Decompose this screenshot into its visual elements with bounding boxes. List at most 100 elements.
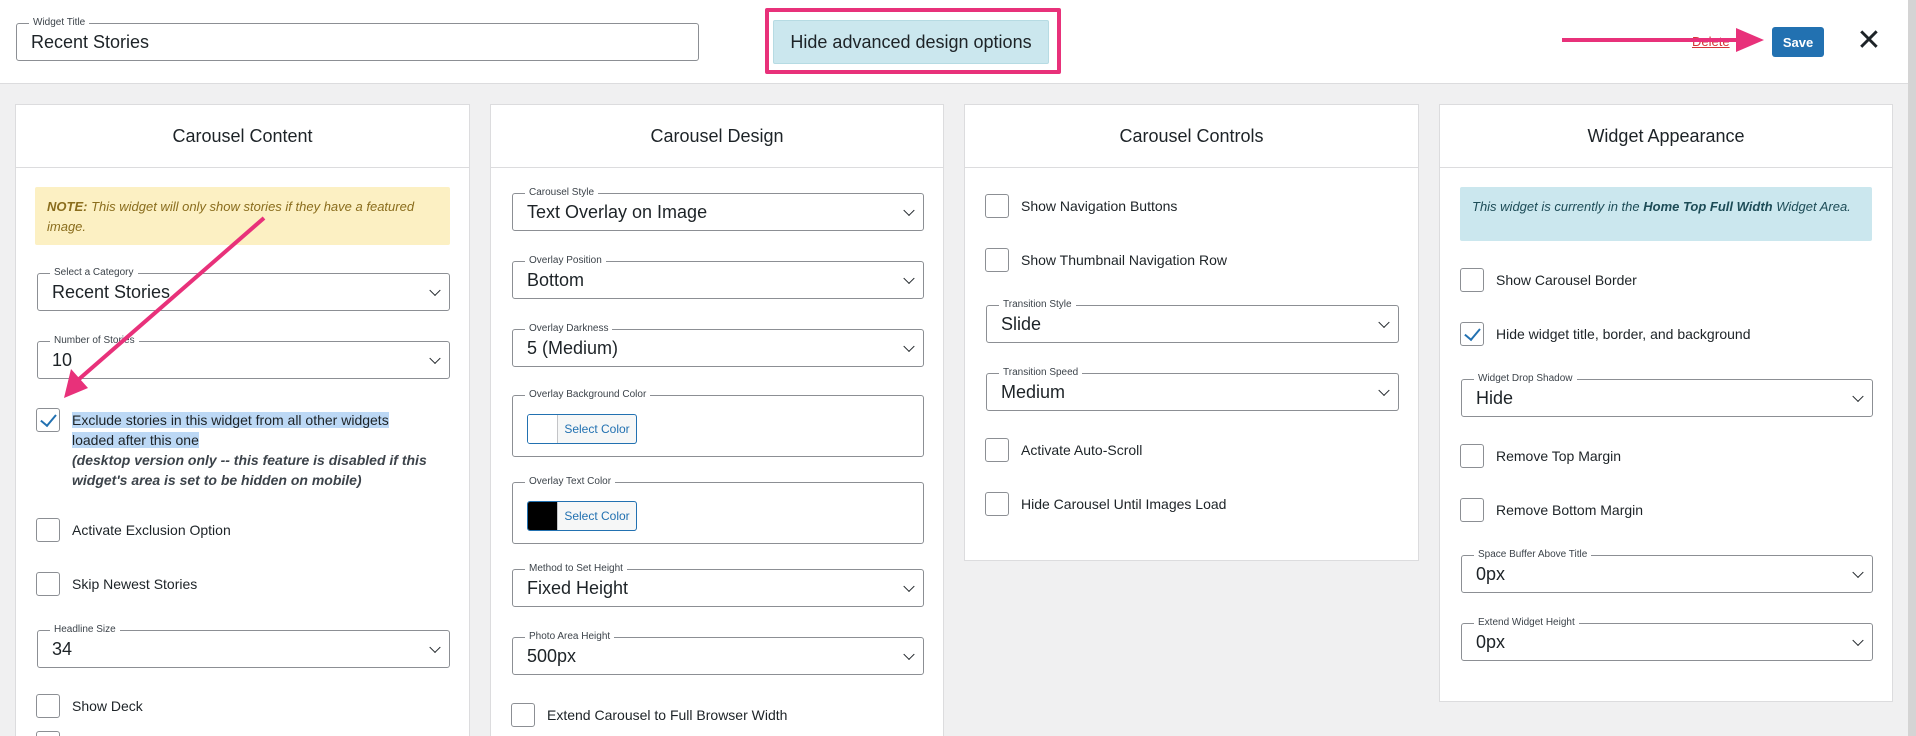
transition-speed-select[interactable]: Transition Speed Medium xyxy=(986,366,1399,411)
exclude-stories-option[interactable]: Exclude stories in this widget from all … xyxy=(36,408,446,490)
next-option-partial[interactable] xyxy=(36,731,60,736)
exclude-stories-checkbox[interactable] xyxy=(36,408,60,432)
show-border-checkbox[interactable] xyxy=(1460,268,1484,292)
auto-scroll-checkbox[interactable] xyxy=(985,438,1009,462)
overlay-bg-color-legend: Overlay Background Color xyxy=(525,388,651,402)
next-option-checkbox[interactable] xyxy=(36,731,60,736)
overlay-position-value: Bottom xyxy=(527,269,585,290)
chevron-down-icon xyxy=(429,284,441,297)
hide-until-load-checkbox[interactable] xyxy=(985,492,1009,516)
hide-title-label: Hide widget title, border, and backgroun… xyxy=(1496,326,1751,342)
hide-until-load-label: Hide Carousel Until Images Load xyxy=(1021,496,1227,512)
extend-full-width-checkbox[interactable] xyxy=(511,703,535,727)
show-thumbnail-option[interactable]: Show Thumbnail Navigation Row xyxy=(985,248,1227,272)
carousel-controls-heading: Carousel Controls xyxy=(965,105,1418,168)
hide-title-checkbox[interactable] xyxy=(1460,322,1484,346)
overlay-darkness-select[interactable]: Overlay Darkness 5 (Medium) xyxy=(512,322,924,367)
widget-title-field[interactable]: Widget Title Recent Stories xyxy=(16,16,699,61)
activate-exclusion-checkbox[interactable] xyxy=(36,518,60,542)
carousel-content-heading: Carousel Content xyxy=(16,105,469,168)
advanced-options-toggle-button[interactable]: Hide advanced design options xyxy=(773,20,1049,64)
hide-title-option[interactable]: Hide widget title, border, and backgroun… xyxy=(1460,322,1751,346)
photo-area-height-select[interactable]: Photo Area Height 500px xyxy=(512,630,924,675)
show-deck-label: Show Deck xyxy=(72,698,143,714)
overlay-text-color-field: Overlay Text Color Select Color xyxy=(512,475,924,544)
photo-area-height-value: 500px xyxy=(527,645,577,666)
auto-scroll-option[interactable]: Activate Auto-Scroll xyxy=(985,438,1142,462)
chevron-down-icon xyxy=(429,352,441,365)
headline-size-value: 34 xyxy=(52,638,73,659)
show-thumbnail-label: Show Thumbnail Navigation Row xyxy=(1021,252,1227,268)
remove-top-margin-label: Remove Top Margin xyxy=(1496,448,1622,464)
color-swatch xyxy=(528,502,558,530)
show-navigation-label: Show Navigation Buttons xyxy=(1021,198,1178,214)
activate-exclusion-option[interactable]: Activate Exclusion Option xyxy=(36,518,231,542)
show-navigation-option[interactable]: Show Navigation Buttons xyxy=(985,194,1177,218)
space-buffer-select[interactable]: Space Buffer Above Title 0px xyxy=(1461,548,1873,593)
chevron-down-icon xyxy=(903,272,915,285)
carousel-style-select[interactable]: Carousel Style Text Overlay on Image xyxy=(512,186,924,231)
transition-style-value: Slide xyxy=(1001,313,1042,334)
transition-speed-value: Medium xyxy=(1001,381,1066,402)
show-deck-option[interactable]: Show Deck xyxy=(36,694,143,718)
widget-title-value[interactable]: Recent Stories xyxy=(31,24,149,60)
widget-appearance-panel: Widget Appearance This widget is current… xyxy=(1439,104,1893,702)
drop-shadow-value: Hide xyxy=(1476,387,1514,408)
remove-top-margin-checkbox[interactable] xyxy=(1460,444,1484,468)
remove-bottom-margin-label: Remove Bottom Margin xyxy=(1496,502,1644,518)
skip-newest-label: Skip Newest Stories xyxy=(72,576,198,592)
exclude-stories-note: (desktop version only -- this feature is… xyxy=(72,452,427,488)
headline-size-select[interactable]: Headline Size 34 xyxy=(37,623,450,668)
overlay-position-select[interactable]: Overlay Position Bottom xyxy=(512,254,924,299)
info-area-name: Home Top Full Width xyxy=(1643,199,1773,214)
overlay-text-color-button[interactable]: Select Color xyxy=(527,501,637,531)
save-button[interactable]: Save xyxy=(1772,27,1824,57)
overlay-darkness-value: 5 (Medium) xyxy=(527,337,619,358)
carousel-content-panel: Carousel Content NOTE: This widget will … xyxy=(15,104,470,736)
featured-image-notice: NOTE: This widget will only show stories… xyxy=(35,187,450,245)
overlay-text-color-legend: Overlay Text Color xyxy=(525,475,616,489)
space-buffer-value: 0px xyxy=(1476,563,1506,584)
category-select[interactable]: Select a Category Recent Stories xyxy=(37,266,450,311)
show-thumbnail-checkbox[interactable] xyxy=(985,248,1009,272)
hide-until-load-option[interactable]: Hide Carousel Until Images Load xyxy=(985,492,1226,516)
info-suffix: Widget Area. xyxy=(1772,199,1851,214)
extend-height-value: 0px xyxy=(1476,631,1506,652)
remove-bottom-margin-checkbox[interactable] xyxy=(1460,498,1484,522)
overlay-bg-color-button[interactable]: Select Color xyxy=(527,414,637,444)
overlay-background-color-field: Overlay Background Color Select Color xyxy=(512,388,924,457)
number-value: 10 xyxy=(52,349,73,370)
page-scrollbar[interactable] xyxy=(1908,0,1916,736)
close-icon[interactable]: ✕ xyxy=(1855,26,1883,56)
category-value: Recent Stories xyxy=(52,281,171,302)
chevron-down-icon xyxy=(1378,316,1390,329)
remove-bottom-margin-option[interactable]: Remove Bottom Margin xyxy=(1460,498,1643,522)
chevron-down-icon xyxy=(1378,384,1390,397)
drop-shadow-select[interactable]: Widget Drop Shadow Hide xyxy=(1461,372,1873,417)
chevron-down-icon xyxy=(1852,390,1864,403)
chevron-down-icon xyxy=(429,641,441,654)
chevron-down-icon xyxy=(1852,634,1864,647)
extend-height-select[interactable]: Extend Widget Height 0px xyxy=(1461,616,1873,661)
height-method-value: Fixed Height xyxy=(527,577,629,598)
chevron-down-icon xyxy=(903,648,915,661)
carousel-controls-panel: Carousel Controls Show Navigation Button… xyxy=(964,104,1419,561)
remove-top-margin-option[interactable]: Remove Top Margin xyxy=(1460,444,1621,468)
scrollbar-thumb[interactable] xyxy=(1908,0,1916,736)
show-border-label: Show Carousel Border xyxy=(1496,272,1637,288)
show-border-option[interactable]: Show Carousel Border xyxy=(1460,268,1637,292)
info-prefix: This widget is currently in the xyxy=(1472,199,1644,214)
number-of-stories-select[interactable]: Number of Stories 10 xyxy=(37,334,450,379)
notice-text: This widget will only show stories if th… xyxy=(47,199,415,234)
skip-newest-checkbox[interactable] xyxy=(36,572,60,596)
height-method-select[interactable]: Method to Set Height Fixed Height xyxy=(512,562,924,607)
show-navigation-checkbox[interactable] xyxy=(985,194,1009,218)
delete-link[interactable]: Delete xyxy=(1692,34,1730,49)
carousel-design-heading: Carousel Design xyxy=(491,105,943,168)
skip-newest-option[interactable]: Skip Newest Stories xyxy=(36,572,197,596)
widget-editor-topbar: Widget Title Recent Stories Hide advance… xyxy=(0,0,1916,84)
select-color-label: Select Color xyxy=(564,422,630,436)
show-deck-checkbox[interactable] xyxy=(36,694,60,718)
extend-full-width-option[interactable]: Extend Carousel to Full Browser Width xyxy=(511,703,787,727)
transition-style-select[interactable]: Transition Style Slide xyxy=(986,298,1399,343)
